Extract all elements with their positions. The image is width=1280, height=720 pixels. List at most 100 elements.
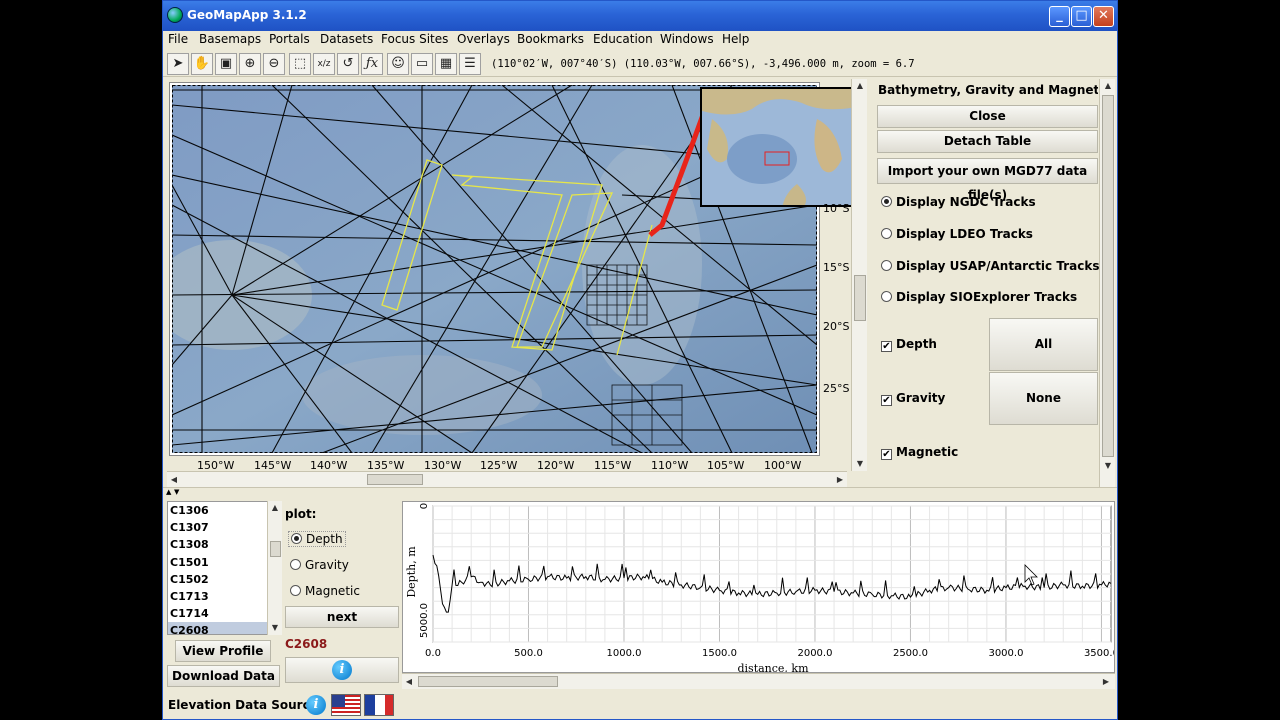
checkmark-icon: ✔ [881,395,892,406]
import-mgd77-button[interactable]: Import your own MGD77 data file(s) [877,158,1098,202]
scroll-left-icon[interactable]: ◀ [167,473,181,487]
france-flag-icon[interactable] [364,694,394,716]
split-pane-divider[interactable]: ▲ ▼ [163,487,1117,499]
list-item[interactable]: C1306 [168,502,270,519]
info-icon[interactable]: i [306,695,326,715]
y-tick-label: 0 [419,503,430,509]
menu-basemaps[interactable]: Basemaps [199,32,261,46]
menu-focus-sites[interactable]: Focus Sites [381,32,448,46]
radio-plot-depth[interactable]: Depth [288,531,346,547]
scroll-thumb[interactable] [367,474,423,485]
info-button[interactable]: i [285,657,399,683]
close-button[interactable]: ✕ [1093,6,1114,27]
scroll-thumb[interactable] [418,676,558,687]
radio-ldeo-tracks[interactable]: Display LDEO Tracks [881,227,1033,241]
map-vertical-scrollbar[interactable]: ▲ ▼ [851,79,867,471]
frame-icon[interactable]: ▭ [411,53,433,75]
close-panel-button[interactable]: Close [877,105,1098,128]
next-button[interactable]: next [285,606,399,628]
checkmark-icon: ✔ [881,341,892,352]
radio-selected-icon [291,533,302,544]
x-tick-label: 1000.0 [606,648,641,659]
radio-usap-tracks[interactable]: Display USAP/Antarctic Tracks [881,259,1099,273]
collapse-up-icon[interactable]: ▲ [166,488,171,496]
menu-overlays[interactable]: Overlays [457,32,510,46]
list-item[interactable]: C1501 [168,554,270,571]
scroll-up-icon[interactable]: ▲ [853,79,867,93]
lat-label: 15°S [823,261,850,274]
mouse-cursor-icon [1024,564,1038,586]
menu-education[interactable]: Education [593,32,653,46]
menu-bookmarks[interactable]: Bookmarks [517,32,584,46]
pan-hand-icon[interactable]: ✋ [191,53,213,75]
collapse-down-icon[interactable]: ▼ [174,488,179,496]
minimize-button[interactable]: _ [1049,6,1070,27]
xyz-icon[interactable]: x/z [313,53,335,75]
scroll-right-icon[interactable]: ▶ [833,473,847,487]
scroll-left-icon[interactable]: ◀ [402,675,416,689]
scroll-thumb[interactable] [270,541,281,557]
radio-ngdc-tracks[interactable]: Display NGDC Tracks [881,195,1036,209]
radio-icon [881,291,892,302]
map-canvas[interactable] [169,82,855,456]
overview-minimap[interactable] [700,87,855,207]
detach-table-button[interactable]: Detach Table [877,130,1098,153]
zoom-in-icon[interactable]: ⊕ [239,53,261,75]
scroll-down-icon[interactable]: ▼ [853,457,867,471]
scroll-thumb[interactable] [854,275,866,321]
profile-panel: Bathymetry, Gravity and Magnetic Prof...… [875,79,1115,487]
menu-portals[interactable]: Portals [269,32,310,46]
menu-help[interactable]: Help [722,32,749,46]
menu-file[interactable]: File [168,32,188,46]
graph-horizontal-scrollbar[interactable]: ◀ ▶ [402,673,1115,689]
select-arrow-icon[interactable]: ➤ [167,53,189,75]
radio-plot-gravity[interactable]: Gravity [290,558,349,572]
select-all-button[interactable]: All [989,318,1098,371]
list-item-selected[interactable]: C2608 [168,622,270,634]
lasso-icon[interactable]: ↺ [337,53,359,75]
cruise-list[interactable]: C1306 C1307 C1308 C1501 C1502 C1713 C171… [167,501,271,635]
us-flag-icon[interactable] [331,694,361,716]
view-profile-button[interactable]: View Profile [175,640,271,662]
checkbox-depth[interactable]: ✔ Depth [881,337,937,352]
checkbox-gravity[interactable]: ✔ Gravity [881,391,945,406]
fx-icon[interactable]: ƒx [361,53,383,75]
scroll-up-icon[interactable]: ▲ [268,501,282,515]
plot-label: plot: [285,507,317,521]
scroll-down-icon[interactable]: ▼ [268,621,282,635]
list-icon[interactable]: ☰ [459,53,481,75]
panel-vertical-scrollbar[interactable]: ▲ ▼ [1099,79,1115,487]
scroll-right-icon[interactable]: ▶ [1099,675,1113,689]
x-tick-label: 0.0 [425,648,441,659]
save-disk-icon[interactable]: ▣ [215,53,237,75]
download-data-button[interactable]: Download Data [167,665,280,687]
menu-datasets[interactable]: Datasets [320,32,373,46]
list-item[interactable]: C1308 [168,536,270,553]
depth-profile-chart[interactable]: 0.0 500.0 1000.0 1500.0 2000.0 2500.0 3000.0 35… [403,502,1119,675]
zoom-out-icon[interactable]: ⊖ [263,53,285,75]
face-icon[interactable]: ☺ [387,53,409,75]
checkbox-magnetic[interactable]: ✔ Magnetic [881,445,958,460]
list-item[interactable]: C1714 [168,605,270,622]
profile-graph[interactable]: 0.0 500.0 1000.0 1500.0 2000.0 2500.0 3000.0 35… [402,501,1119,675]
rectangle-select-icon[interactable]: ⬚ [289,53,311,75]
select-none-button[interactable]: None [989,372,1098,425]
list-item[interactable]: C1713 [168,588,270,605]
cruise-list-scrollbar[interactable]: ▲ ▼ [267,501,282,635]
scroll-down-icon[interactable]: ▼ [1101,459,1115,473]
list-item[interactable]: C1307 [168,519,270,536]
status-bar: Elevation Data Sources i [163,691,1117,719]
info-icon: i [332,660,352,680]
current-cruise: C2608 [285,637,328,651]
scroll-thumb[interactable] [1102,95,1114,457]
list-item[interactable]: C1502 [168,571,270,588]
radio-sioexplorer-tracks[interactable]: Display SIOExplorer Tracks [881,290,1077,304]
x-tick-label: 3000.0 [988,648,1023,659]
map-horizontal-scrollbar[interactable]: ◀ ▶ [167,471,847,487]
scroll-up-icon[interactable]: ▲ [1101,79,1115,93]
title-bar[interactable]: GeoMapApp 3.1.2 _ □ ✕ [163,1,1117,31]
radio-plot-magnetic[interactable]: Magnetic [290,584,360,598]
maximize-button[interactable]: □ [1071,6,1092,27]
grid-icon[interactable]: ▦ [435,53,457,75]
menu-windows[interactable]: Windows [660,32,714,46]
